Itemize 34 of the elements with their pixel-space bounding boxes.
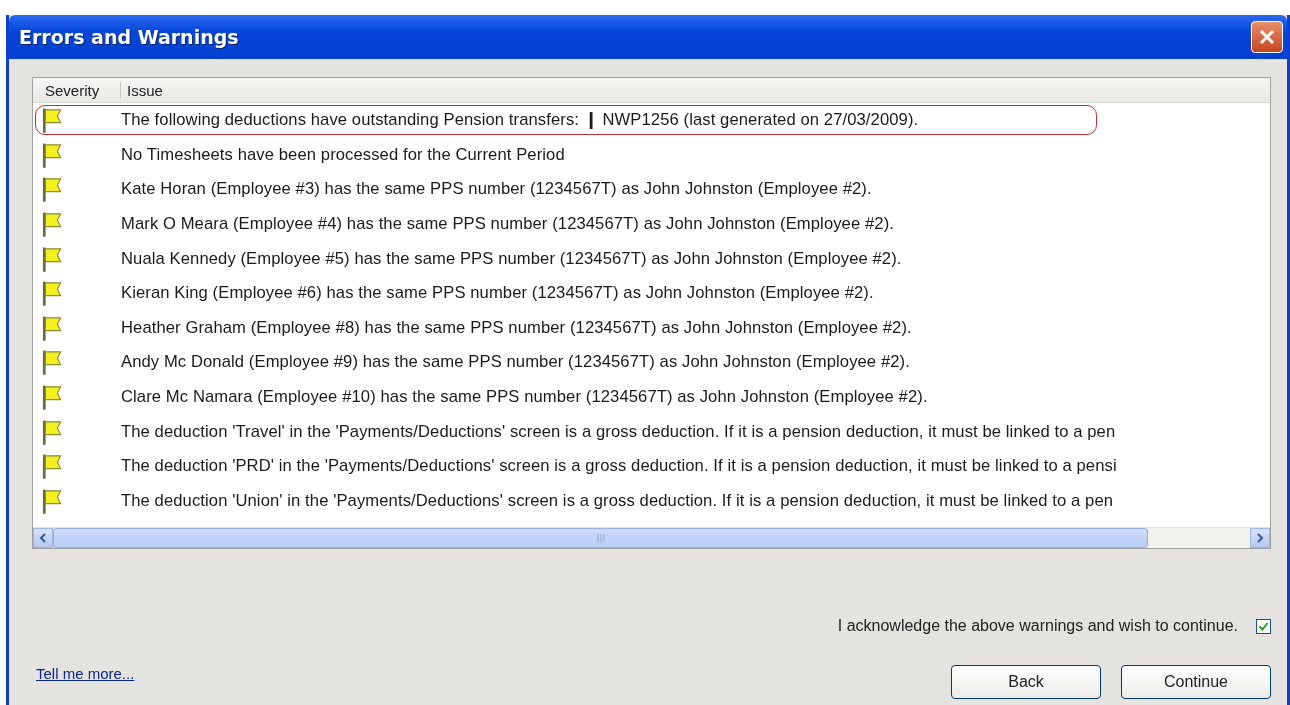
- acknowledge-label: I acknowledge the above warnings and wish to continue.: [837, 617, 1238, 635]
- issue-text: Heather Graham (Employee #8) has the same PPS number (1234567T) as John Johnston (Employee #2).: [121, 317, 912, 338]
- dialog-button[interactable]: Back: [951, 665, 1101, 699]
- flag-icon: [41, 348, 65, 377]
- close-button[interactable]: [1251, 21, 1283, 53]
- issue-text: Andy Mc Donald (Employee #9) has the same PPS number (1234567T) as John Johnston (Employee #2).: [121, 352, 910, 373]
- issue-text: The following deductions have outstanding Pension transfers: ❙ NWP1256 (last generated on 27/03/2009).: [121, 110, 919, 131]
- column-header[interactable]: Issue: [121, 81, 163, 99]
- issue-text: The deduction 'Union' in the 'Payments/Deductions' screen is a gross deduction. If it is a pension deduction, it must be linked to a pen: [121, 490, 1114, 511]
- dialog-button[interactable]: Continue: [1121, 665, 1271, 699]
- issue-text: No Timesheets have been processed for the Current Period: [121, 144, 565, 165]
- flag-icon: [41, 383, 65, 412]
- column-header[interactable]: Severity: [33, 81, 121, 99]
- issue-text: Clare Mc Namara (Employee #10) has the same PPS number (1234567T) as John Johnston (Employee #2).: [121, 387, 928, 408]
- issue-text: Kate Horan (Employee #3) has the same PPS number (1234567T) as John Johnston (Employee #2).: [121, 179, 872, 200]
- issue-text: Mark O Meara (Employee #4) has the same PPS number (1234567T) as John Johnston (Employee #2).: [121, 214, 894, 235]
- flag-icon: [41, 210, 65, 239]
- scrollbar-thumb[interactable]: [53, 528, 1148, 548]
- tell-me-more-link[interactable]: Tell me more...: [36, 664, 135, 682]
- flag-icon: [41, 175, 65, 204]
- check-icon: [1258, 620, 1269, 632]
- window-title: Errors and Warnings: [19, 26, 239, 48]
- grip-icon: [595, 534, 606, 542]
- issue-text: The deduction 'PRD' in the 'Payments/Deductions' screen is a gross deduction. If it is a pension deduction, it must be linked to a pensi: [121, 456, 1117, 477]
- scroll-right-button[interactable]: [1250, 528, 1270, 548]
- flag-icon: [41, 106, 65, 135]
- close-icon: [1258, 28, 1276, 46]
- issue-text: The deduction 'Travel' in the 'Payments/Deductions' screen is a gross deduction. If it is a pension deduction, it must be linked to a pen: [121, 421, 1116, 442]
- acknowledge-checkbox[interactable]: [1256, 618, 1271, 634]
- issue-text: Nuala Kennedy (Employee #5) has the same PPS number (1234567T) as John Johnston (Employee #2).: [121, 248, 902, 269]
- issue-text: Kieran King (Employee #6) has the same PPS number (1234567T) as John Johnston (Employee #2).: [121, 283, 874, 304]
- scroll-left-button[interactable]: [33, 528, 53, 548]
- flag-icon: [41, 279, 65, 308]
- flag-icon: [41, 452, 65, 481]
